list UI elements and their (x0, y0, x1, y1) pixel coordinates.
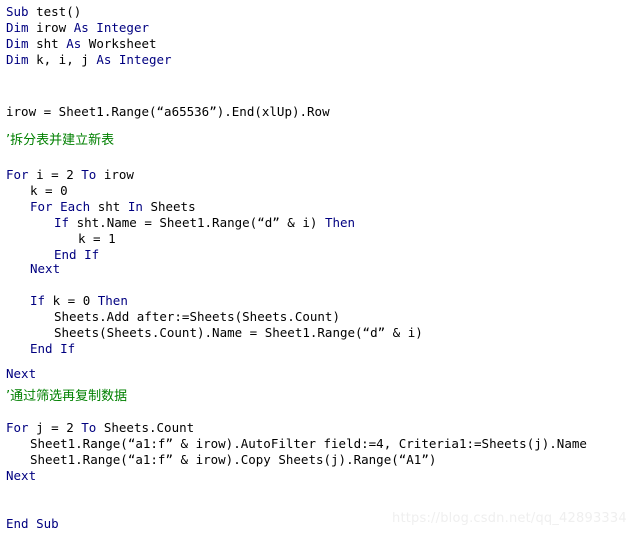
code-token-plain: sht (90, 199, 128, 214)
code-comment-line: ’拆分表并建立新表 (6, 133, 114, 149)
code-token-kw: For Each (30, 199, 91, 214)
code-token-plain: Sheets.Count (96, 420, 195, 435)
code-token-kw: To (81, 167, 97, 182)
code-token-plain: test() (28, 4, 82, 19)
code-token-plain: k, i, j (28, 52, 97, 67)
code-line: End If (30, 341, 75, 357)
code-line: If k = 0 Then (30, 293, 128, 309)
code-line: For i = 2 To irow (6, 167, 134, 183)
code-token-plain: k = 1 (78, 231, 116, 246)
code-token-plain: sht (28, 36, 67, 51)
code-token-kw: As (66, 36, 82, 51)
code-line: Next (30, 261, 60, 277)
code-line: For Each sht In Sheets (30, 199, 196, 215)
code-token-plain: Sheets(Sheets.Count).Name = Sheet1.Range… (54, 325, 423, 340)
code-comment-line: ’通过筛选再复制数据 (6, 389, 127, 405)
code-line: For j = 2 To Sheets.Count (6, 420, 194, 436)
code-token-kw: Next (6, 468, 37, 483)
code-line: End Sub (6, 516, 59, 532)
code-line: irow = Sheet1.Range(“a65536”).End(xlUp).… (6, 104, 330, 120)
code-token-kw: Dim (6, 36, 29, 51)
code-token-kw: As Integer (96, 52, 172, 67)
code-token-kw: Dim (6, 20, 29, 35)
code-token-kw: Sub (6, 4, 29, 19)
code-token-kw: Dim (6, 52, 29, 67)
code-token-plain: Sheet1.Range(“a1:f” & irow).AutoFilter f… (30, 436, 587, 451)
code-line: Sheets.Add after:=Sheets(Sheets.Count) (54, 309, 340, 325)
code-token-kw: Next (6, 366, 37, 381)
code-token-plain: irow = Sheet1.Range(“a65536”).End(xlUp).… (6, 104, 330, 119)
code-token-kw: If (54, 215, 70, 230)
code-line: Sub test() (6, 4, 81, 20)
code-token-kw: As Integer (73, 20, 149, 35)
code-token-kw: End If (54, 247, 100, 262)
code-line: k = 1 (78, 231, 116, 247)
code-token-plain: k = 0 (45, 293, 98, 308)
code-line: Sheet1.Range(“a1:f” & irow).AutoFilter f… (30, 436, 587, 452)
code-editor-surface[interactable]: Sub test() Dim irow As Integer Dim sht As … (0, 0, 641, 543)
code-line: Sheet1.Range(“a1:f” & irow).Copy Sheets(… (30, 452, 436, 468)
code-token-plain: Sheets.Add after:=Sheets(Sheets.Count) (54, 309, 340, 324)
code-line: Next (6, 366, 36, 382)
code-token-plain: i = 2 (28, 167, 82, 182)
code-token-kw: In (127, 199, 143, 214)
code-token-kw: To (81, 420, 97, 435)
code-line: Sheets(Sheets.Count).Name = Sheet1.Range… (54, 325, 423, 341)
code-token-plain: sht.Name = Sheet1.Range(“d” & i) (69, 215, 325, 230)
code-token-kw: End Sub (6, 516, 59, 531)
code-token-comment: ’拆分表并建立新表 (6, 133, 115, 148)
code-token-plain: Worksheet (81, 36, 157, 51)
code-token-kw: If (30, 293, 46, 308)
code-token-plain: Sheet1.Range(“a1:f” & irow).Copy Sheets(… (30, 452, 437, 467)
code-line: Dim k, i, j As Integer (6, 52, 172, 68)
code-line: End If (54, 247, 99, 263)
code-token-plain: irow (28, 20, 74, 35)
code-token-kw: Next (30, 261, 61, 276)
code-token-kw: For (6, 167, 29, 182)
code-token-comment: ’通过筛选再复制数据 (6, 389, 128, 404)
code-token-plain: Sheets (142, 199, 196, 214)
code-line: Dim irow As Integer (6, 20, 149, 36)
code-token-kw: Then (324, 215, 356, 230)
code-token-kw: Then (97, 293, 128, 308)
watermark-text: https://blog.csdn.net/qq_42893334 (392, 511, 627, 526)
code-line: k = 0 (30, 183, 68, 199)
code-line: Dim sht As Worksheet (6, 36, 157, 52)
code-token-plain: k = 0 (30, 183, 68, 198)
code-token-plain: irow (96, 167, 134, 182)
code-token-kw: End If (30, 341, 76, 356)
code-token-plain: j = 2 (28, 420, 82, 435)
code-token-kw: For (6, 420, 29, 435)
code-line: If sht.Name = Sheet1.Range(“d” & i) Then (54, 215, 355, 231)
code-line: Next (6, 468, 36, 484)
